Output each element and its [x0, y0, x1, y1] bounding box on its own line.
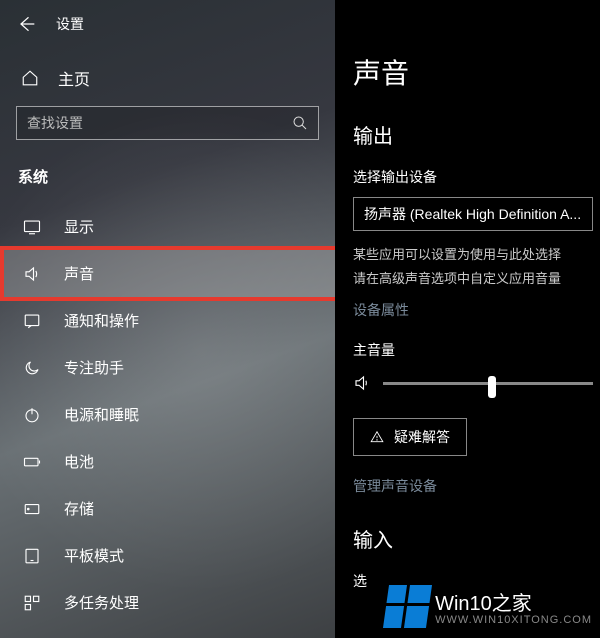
watermark-url: WWW.WIN10XITONG.COM [435, 614, 592, 626]
search-icon [292, 115, 308, 131]
back-icon[interactable] [14, 12, 38, 36]
troubleshoot-button[interactable]: 疑难解答 [353, 418, 467, 456]
sidebar: 设置 主页 系统 显示 [0, 0, 335, 638]
storage-icon [22, 499, 42, 519]
home-icon [20, 68, 40, 88]
sidebar-item-focus[interactable]: 专注助手 [0, 344, 335, 391]
volume-thumb[interactable] [488, 376, 496, 398]
volume-icon [353, 374, 371, 392]
sound-icon [22, 264, 42, 284]
sidebar-item-label: 电源和睡眠 [64, 404, 139, 425]
sidebar-item-battery[interactable]: 电池 [0, 438, 335, 485]
sidebar-item-label: 通知和操作 [64, 310, 139, 331]
sidebar-item-storage[interactable]: 存储 [0, 485, 335, 532]
page-title: 声音 [353, 52, 600, 92]
sidebar-item-tablet[interactable]: 平板模式 [0, 532, 335, 579]
sidebar-item-label: 电池 [64, 451, 94, 472]
troubleshoot-label: 疑难解答 [394, 427, 450, 447]
highlight-box [0, 246, 339, 301]
volume-slider[interactable] [383, 382, 593, 385]
search-field[interactable] [27, 115, 292, 131]
moon-icon [22, 358, 42, 378]
sidebar-item-sound[interactable]: 声音 [0, 250, 335, 297]
warning-icon [370, 430, 384, 444]
sidebar-item-notifications[interactable]: 通知和操作 [0, 297, 335, 344]
output-device-dropdown[interactable]: 扬声器 (Realtek High Definition A... [353, 197, 593, 231]
nav-list: 显示 声音 通知和操作 专注助手 [0, 203, 335, 626]
master-volume-label: 主音量 [353, 340, 600, 360]
power-icon [22, 405, 42, 425]
content-pane: 声音 输出 选择输出设备 扬声器 (Realtek High Definitio… [335, 0, 600, 638]
output-device-value: 扬声器 (Realtek High Definition A... [364, 204, 581, 224]
notifications-icon [22, 311, 42, 331]
sidebar-item-display[interactable]: 显示 [0, 203, 335, 250]
sidebar-item-label: 存储 [64, 498, 94, 519]
watermark-brand: Win10 [435, 593, 492, 615]
watermark-suffix: 之家 [492, 593, 532, 615]
sidebar-item-label: 平板模式 [64, 545, 124, 566]
battery-icon [22, 452, 42, 472]
sidebar-item-power[interactable]: 电源和睡眠 [0, 391, 335, 438]
header-title: 设置 [56, 14, 84, 34]
sidebar-item-label: 多任务处理 [64, 592, 139, 613]
display-icon [22, 217, 42, 237]
section-title: 系统 [0, 150, 335, 195]
windows-logo-icon [383, 585, 432, 628]
device-properties-link[interactable]: 设备属性 [353, 300, 600, 320]
input-title: 输入 [353, 524, 600, 553]
watermark: Win10之家 WWW.WIN10XITONG.COM [384, 581, 594, 632]
sidebar-item-multitask[interactable]: 多任务处理 [0, 579, 335, 626]
manage-devices-link[interactable]: 管理声音设备 [353, 476, 600, 496]
multitask-icon [22, 593, 42, 613]
help-text-2: 请在高级声音选项中自定义应用音量 [353, 269, 600, 289]
tablet-icon [22, 546, 42, 566]
sidebar-item-label: 声音 [64, 263, 94, 284]
search-input[interactable] [16, 106, 319, 140]
output-device-label: 选择输出设备 [353, 167, 600, 187]
output-title: 输出 [353, 120, 600, 149]
home-nav[interactable]: 主页 [0, 48, 335, 106]
home-label: 主页 [58, 66, 90, 90]
help-text-1: 某些应用可以设置为使用与此处选择 [353, 245, 600, 265]
sidebar-item-label: 显示 [64, 216, 94, 237]
sidebar-item-label: 专注助手 [64, 357, 124, 378]
